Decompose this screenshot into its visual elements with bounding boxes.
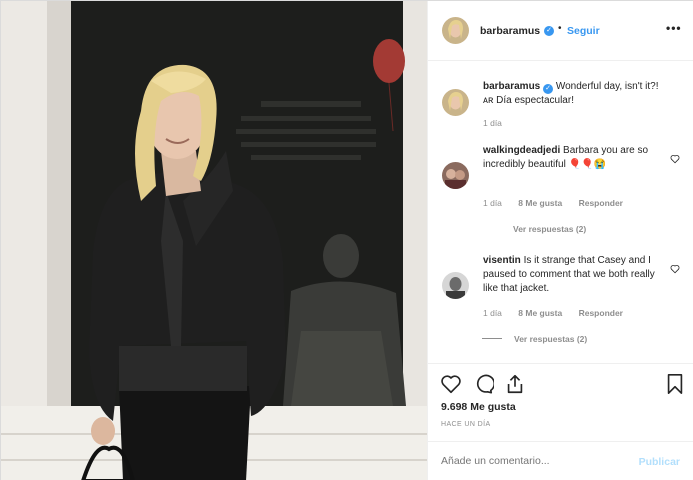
post-header: barbaramus ✓ • Seguir ••• <box>428 1 693 61</box>
comment-time[interactable]: 1 día <box>483 308 502 318</box>
publish-button[interactable]: Publicar <box>639 456 680 468</box>
comment-username[interactable]: visentin <box>483 255 521 266</box>
likes-count[interactable]: 9.698 Me gusta <box>441 401 516 413</box>
post-actions: 9.698 Me gusta HACE UN DÍA Publicar <box>428 363 693 480</box>
share-icon[interactable] <box>504 373 526 395</box>
post-photo[interactable] <box>1 1 427 480</box>
more-icon[interactable]: ••• <box>666 22 682 34</box>
bookmark-icon[interactable] <box>664 373 686 395</box>
post-window: barbaramus ✓ • Seguir ••• barbaramus ✓ W… <box>0 0 693 480</box>
photo-illustration <box>1 1 427 480</box>
heart-icon[interactable] <box>670 154 680 164</box>
comment-text: visentin Is it strange that Casey and I … <box>483 254 663 296</box>
post-timestamp[interactable]: HACE UN DÍA <box>441 421 491 428</box>
caption-username[interactable]: barbaramus <box>483 81 540 92</box>
view-replies-button[interactable]: Ver respuestas (2) <box>513 224 586 234</box>
comment-text: walkingdeadjedi Barbara you are so incre… <box>483 144 663 172</box>
caption-time[interactable]: 1 día <box>483 118 502 128</box>
avatar[interactable] <box>442 162 469 189</box>
comment-item: walkingdeadjedi Barbara you are so incre… <box>442 144 682 244</box>
comment-input[interactable] <box>441 455 621 467</box>
follow-button[interactable]: Seguir <box>567 25 600 37</box>
add-comment-bar: Publicar <box>428 441 693 480</box>
reply-button[interactable]: Responder <box>579 198 623 208</box>
post-side-panel: barbaramus ✓ • Seguir ••• barbaramus ✓ W… <box>427 1 693 480</box>
avatar[interactable] <box>442 89 469 116</box>
heart-icon[interactable] <box>670 264 680 274</box>
comment-username[interactable]: walkingdeadjedi <box>483 145 560 156</box>
caption-text: barbaramus ✓ Wonderful day, isn't it?! ᴀ… <box>483 80 663 108</box>
caption: barbaramus ✓ Wonderful day, isn't it?! ᴀ… <box>442 78 682 138</box>
post-author-username[interactable]: barbaramus <box>480 25 540 37</box>
verified-icon: ✓ <box>544 26 554 36</box>
comment-time[interactable]: 1 día <box>483 198 502 208</box>
comment-item: visentin Is it strange that Casey and I … <box>442 254 682 354</box>
dot-separator: • <box>558 23 562 34</box>
avatar[interactable] <box>442 17 469 44</box>
view-replies-label: Ver respuestas (2) <box>514 334 588 344</box>
caption-meta: 1 día <box>483 118 516 128</box>
comment-meta: 1 día 8 Me gusta Responder <box>483 308 637 318</box>
comment-icon[interactable] <box>472 373 494 395</box>
comment-likes[interactable]: 8 Me gusta <box>518 308 562 318</box>
reply-button[interactable]: Responder <box>579 308 623 318</box>
view-replies-button[interactable]: Ver respuestas (2) <box>482 334 587 344</box>
comment-likes[interactable]: 8 Me gusta <box>518 198 562 208</box>
comment-meta: 1 día 8 Me gusta Responder <box>483 198 637 208</box>
verified-icon: ✓ <box>543 84 554 94</box>
heart-icon[interactable] <box>440 373 462 395</box>
view-replies-label: Ver respuestas (2) <box>513 224 587 234</box>
comments-list[interactable]: barbaramus ✓ Wonderful day, isn't it?! ᴀ… <box>428 62 693 362</box>
avatar[interactable] <box>442 272 469 299</box>
replies-divider <box>482 338 502 339</box>
